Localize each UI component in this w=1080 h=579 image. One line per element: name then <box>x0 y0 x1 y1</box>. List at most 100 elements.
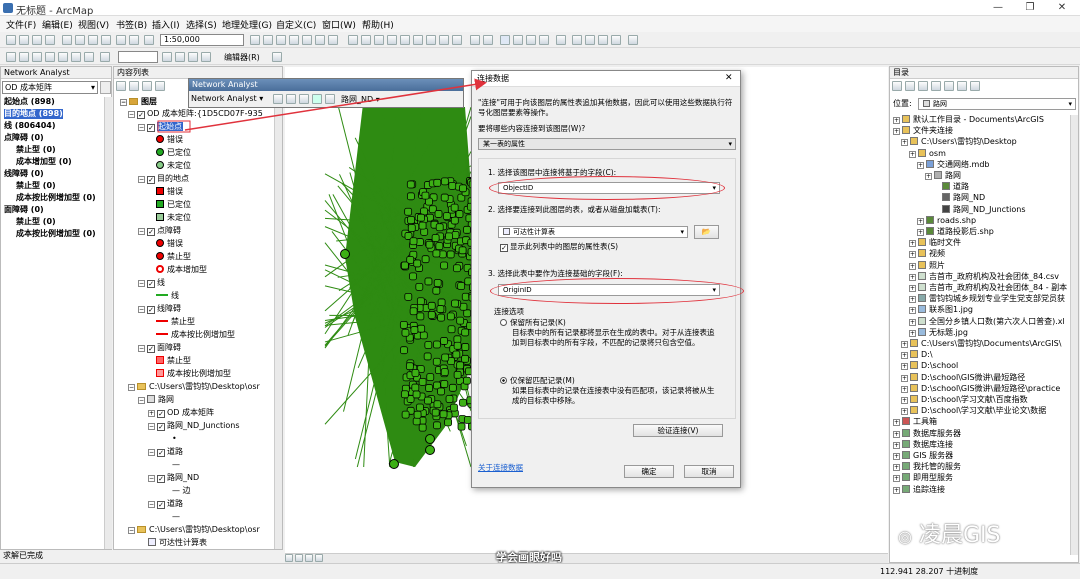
toc-road[interactable]: − ✓ 道路 <box>148 447 183 457</box>
time-slider-icon[interactable] <box>611 35 621 45</box>
toc-junctions[interactable]: − ✓ 路网_ND_Junctions <box>148 421 240 431</box>
spatial-adjust-icon[interactable] <box>162 52 172 62</box>
topology-icon[interactable] <box>175 52 185 62</box>
editor-menu[interactable]: 编辑器(R) <box>224 52 260 63</box>
browse-folder-icon[interactable]: 📂 <box>694 225 719 239</box>
toc-roadnet[interactable]: − 路网 <box>138 395 174 405</box>
new-icon[interactable] <box>6 35 16 45</box>
na-class-item[interactable]: 禁止型 (0) <box>16 181 56 191</box>
toc-network-dataset[interactable]: − ✓ 路网_ND <box>148 473 199 483</box>
python-icon[interactable] <box>315 35 325 45</box>
validate-join-button[interactable]: 验证连接(V) <box>633 424 723 437</box>
toc-layers[interactable]: − 图层 <box>120 97 157 107</box>
table-of-contents-icon[interactable] <box>263 35 273 45</box>
menu-selection[interactable]: 选择(S) <box>186 18 217 31</box>
list-by-visibility-icon[interactable] <box>142 81 152 91</box>
menu-geoprocessing[interactable]: 地理处理(G) <box>222 18 272 31</box>
catalog-item[interactable]: + 文件夹连接 <box>893 126 953 136</box>
analysis-select[interactable]: OD 成本矩阵 ▾ <box>2 81 98 94</box>
directions-icon[interactable] <box>299 94 309 104</box>
about-joining-link[interactable]: 关于连接数据 <box>478 463 523 473</box>
undo-icon[interactable] <box>116 35 126 45</box>
pan-icon[interactable] <box>374 35 384 45</box>
up-folder-icon[interactable] <box>918 81 928 91</box>
na-toolbar-title[interactable]: Network Analyst <box>189 79 463 91</box>
delete-icon[interactable] <box>101 35 111 45</box>
zoom-in-icon[interactable] <box>348 35 358 45</box>
catalog-item[interactable]: + D:\school\学习文献\毕业论文\数据 <box>901 406 1046 416</box>
arctoolbox-icon[interactable] <box>302 35 312 45</box>
viewer-icon[interactable] <box>628 35 638 45</box>
create-network-location-icon[interactable] <box>273 94 283 104</box>
na-properties-icon[interactable] <box>100 81 111 94</box>
na-class-item[interactable]: 点障碍 (0) <box>4 133 44 143</box>
menu-edit[interactable]: 编辑(E) <box>42 18 73 31</box>
catalog-item[interactable]: + 交通网络.mdb <box>917 159 990 170</box>
catalog-item[interactable]: + 临时文件 <box>909 238 961 248</box>
toc-osm-group[interactable]: − C:\Users\雷钧钧\Desktop\osr <box>128 382 260 392</box>
na-scrollbar[interactable] <box>104 97 112 549</box>
catalog-item[interactable]: + 路网 <box>925 171 961 181</box>
data-view-icon[interactable] <box>295 554 303 562</box>
catalog-item[interactable]: + 数据库连接 <box>893 439 953 450</box>
search-icon[interactable] <box>289 35 299 45</box>
catalog-item[interactable]: + osm <box>909 148 946 159</box>
catalog-item[interactable]: + 照片 <box>909 260 945 271</box>
network-dataset-select[interactable]: 路网_ND ▾ <box>341 94 441 106</box>
na-class-item[interactable]: 起始点 (898) <box>4 97 55 107</box>
modelbuilder-icon[interactable] <box>328 35 338 45</box>
na-class-item[interactable]: 目的地点 (898) <box>4 109 63 119</box>
na-class-item[interactable]: 面障碍 (0) <box>4 205 44 215</box>
save-icon[interactable] <box>32 35 42 45</box>
na-class-item[interactable]: 线 (806404) <box>4 121 56 131</box>
clear-selection-icon[interactable] <box>483 35 493 45</box>
toc-od-cost[interactable]: + ✓ OD 成本矩阵 <box>148 408 214 418</box>
refresh-icon[interactable] <box>305 554 313 562</box>
catalog-item[interactable]: + 无标题.jpg <box>909 327 968 338</box>
na-class-item[interactable]: 禁止型 (0) <box>16 145 56 155</box>
list-by-source-icon[interactable] <box>129 81 139 91</box>
full-extent-icon[interactable] <box>387 35 397 45</box>
forward-icon[interactable] <box>439 35 449 45</box>
close-button[interactable]: ✕ <box>1048 0 1076 16</box>
list-by-drawing-order-icon[interactable] <box>116 81 126 91</box>
dialog-close-icon[interactable]: ✕ <box>725 73 733 83</box>
fill-color-icon[interactable] <box>45 52 55 62</box>
zoom-out-icon[interactable] <box>361 35 371 45</box>
catalog-item[interactable]: + 雷钧钧城乡规划专业学生党支部党员获 <box>909 294 1065 304</box>
join-type-select[interactable]: 某一表的属性 ▾ <box>478 138 736 150</box>
snap-icon[interactable] <box>188 52 198 62</box>
menu-insert[interactable]: 插入(I) <box>152 18 180 31</box>
toc-scrollbar[interactable] <box>274 81 282 549</box>
layout-view-icon[interactable] <box>285 554 293 562</box>
minimize-button[interactable]: — <box>984 0 1012 16</box>
catalog-item[interactable]: 道路 <box>933 182 969 192</box>
catalog-item[interactable]: + 工具箱 <box>893 417 937 427</box>
hyperlink-icon[interactable] <box>526 35 536 45</box>
draw-icon[interactable] <box>6 52 16 62</box>
view-options-icon[interactable] <box>970 81 980 91</box>
toc-lines[interactable]: − ✓ 线 <box>138 278 165 288</box>
catalog-item[interactable]: 路网_ND_Junctions <box>933 204 1026 215</box>
catalog-item[interactable]: + 视频 <box>909 249 945 259</box>
fixed-zoom-in-icon[interactable] <box>400 35 410 45</box>
menu-bookmarks[interactable]: 书签(B) <box>116 18 147 31</box>
shadow-icon[interactable] <box>84 52 94 62</box>
location-select[interactable]: 路网 ▾ <box>918 98 1076 110</box>
maximize-button[interactable]: ❐ <box>1016 0 1044 16</box>
redo-icon[interactable] <box>129 35 139 45</box>
menu-view[interactable]: 视图(V) <box>78 18 109 31</box>
na-class-item[interactable]: 成本增加型 (0) <box>16 157 72 167</box>
toc-polygon-barriers[interactable]: − ✓ 面障碍 <box>138 343 181 353</box>
select-network-location-icon[interactable] <box>286 94 296 104</box>
solve-icon[interactable] <box>312 94 322 104</box>
back-icon[interactable] <box>426 35 436 45</box>
copy-icon[interactable] <box>75 35 85 45</box>
font-icon[interactable] <box>32 52 42 62</box>
scale-select[interactable]: 1:50,000 <box>160 34 244 46</box>
map-scrollbar[interactable] <box>285 553 888 563</box>
toc-osm-group-2[interactable]: − C:\Users\雷钧钧\Desktop\osr <box>128 525 260 535</box>
forward-arrow-icon[interactable] <box>905 81 915 91</box>
home-icon[interactable] <box>931 81 941 91</box>
ok-button[interactable]: 确定 <box>624 465 674 478</box>
